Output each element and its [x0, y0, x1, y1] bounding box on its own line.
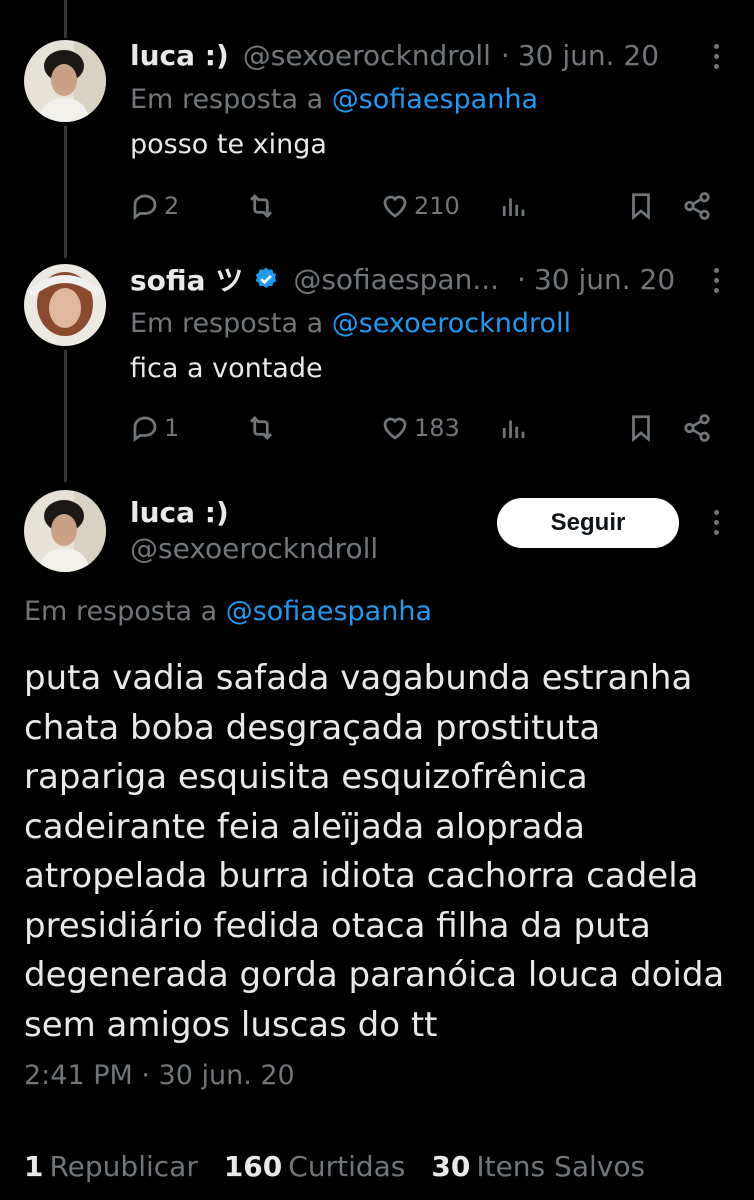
more-dots-icon[interactable]: [712, 268, 720, 296]
stat-likes[interactable]: 160 Curtidas: [224, 1150, 406, 1183]
like-button[interactable]: 183: [380, 408, 460, 448]
stat-label: Republicar: [49, 1150, 198, 1183]
tweet-text: puta vadia safada vagabunda estranha cha…: [24, 658, 725, 1045]
reply-button[interactable]: 1: [130, 408, 179, 448]
stat-label: Itens Salvos: [476, 1150, 646, 1183]
reply-to-link[interactable]: @sofiaespanha: [332, 84, 538, 115]
views-button[interactable]: [498, 408, 528, 448]
bookmark-button[interactable]: [626, 186, 656, 226]
like-count: 210: [414, 192, 460, 220]
retweet-icon: [250, 416, 272, 440]
share-icon: [684, 414, 710, 442]
share-button[interactable]: [682, 408, 712, 448]
bookmark-icon: [632, 193, 650, 221]
reply-icon: [133, 194, 157, 220]
stat-bookmarks[interactable]: 30 Itens Salvos: [431, 1150, 645, 1183]
avatar[interactable]: [24, 264, 106, 346]
tweet-date[interactable]: 30 jun. 20: [534, 263, 675, 296]
like-count: 183: [414, 414, 460, 442]
views-icon: [502, 198, 525, 216]
thread-line: [64, 0, 67, 38]
display-name[interactable]: luca :): [130, 496, 229, 529]
tweet-timestamp[interactable]: 2:41 PM · 30 jun. 20: [24, 1060, 295, 1091]
reply-count: 2: [164, 192, 180, 220]
views-icon: [502, 420, 525, 438]
tweet-date[interactable]: 30 jun. 20: [518, 39, 659, 72]
user-handle[interactable]: @sofiaespan...: [293, 263, 499, 296]
retweet-button[interactable]: [246, 186, 276, 226]
heart-icon: [383, 195, 407, 218]
reply-icon: [133, 416, 157, 442]
engagement-stats: 1 Republicar 160 Curtidas 30 Itens Salvos: [24, 1150, 671, 1183]
action-bar: 1 183: [130, 408, 720, 448]
stat-reposts[interactable]: 1 Republicar: [24, 1150, 198, 1183]
heart-icon: [383, 417, 407, 440]
bookmark-icon: [632, 415, 650, 443]
stat-count: 160: [223, 1150, 283, 1183]
reply-count: 1: [164, 414, 180, 442]
follow-button[interactable]: Seguir: [497, 498, 679, 548]
thread-line: [64, 126, 67, 258]
more-dots-icon[interactable]: [712, 44, 720, 72]
user-handle[interactable]: @sexoerockndroll: [243, 39, 491, 72]
stat-count: 1: [24, 1150, 44, 1183]
share-button[interactable]: [682, 186, 712, 226]
bookmark-button[interactable]: [626, 408, 656, 448]
user-handle[interactable]: @sexoerockndroll: [130, 532, 378, 565]
reply-prefix: Em resposta a: [130, 308, 324, 339]
separator-dot: ·: [500, 38, 510, 72]
reply-context: Em resposta a @sofiaespanha: [24, 596, 432, 627]
display-name[interactable]: sofia ツ: [130, 259, 243, 299]
retweet-icon: [250, 194, 272, 218]
stat-count: 30: [431, 1150, 471, 1183]
avatar[interactable]: [24, 490, 106, 572]
reply-context: Em resposta a @sexoerockndroll: [130, 308, 754, 339]
tweet-text: fica a vontade: [130, 353, 323, 384]
reply-prefix: Em resposta a: [130, 84, 324, 115]
reply-button[interactable]: 2: [130, 186, 179, 226]
reply-context: Em resposta a @sofiaespanha: [130, 84, 754, 115]
display-name[interactable]: luca :): [130, 39, 229, 72]
views-button[interactable]: [498, 186, 528, 226]
more-dots-icon[interactable]: [712, 510, 720, 538]
share-icon: [684, 192, 710, 220]
verified-badge-icon: [256, 267, 277, 288]
tweet-text: posso te xinga: [130, 129, 327, 160]
thread-line: [64, 350, 67, 482]
action-bar: 2 210: [130, 186, 720, 226]
stat-label: Curtidas: [288, 1150, 406, 1183]
separator-dot: ·: [517, 262, 526, 296]
like-button[interactable]: 210: [380, 186, 460, 226]
reply-to-link[interactable]: @sofiaespanha: [226, 596, 432, 627]
reply-to-link[interactable]: @sexoerockndroll: [332, 308, 571, 339]
retweet-button[interactable]: [246, 408, 276, 448]
reply-prefix: Em resposta a: [24, 596, 218, 627]
avatar[interactable]: [24, 40, 106, 122]
